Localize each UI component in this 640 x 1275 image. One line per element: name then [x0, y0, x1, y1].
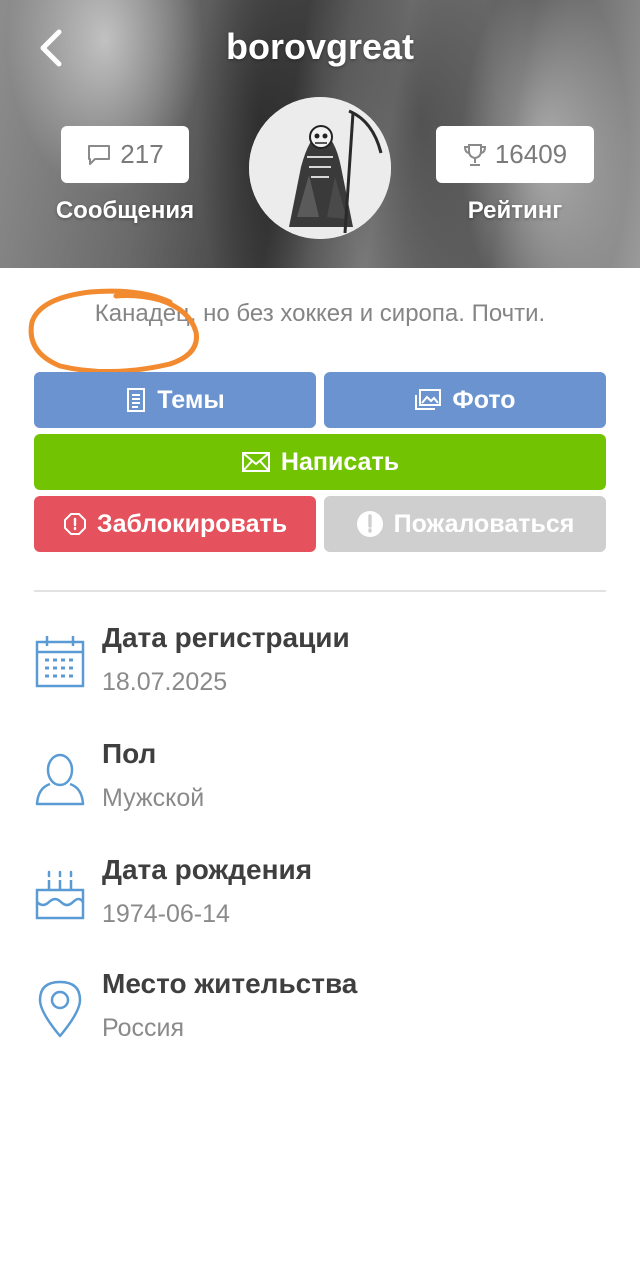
document-icon: [127, 388, 146, 412]
info-residence: Место жительства Россия: [34, 968, 606, 1058]
write-message-label: Написать: [280, 447, 400, 476]
info-value: Россия: [102, 1014, 184, 1042]
messages-count-button[interactable]: 217: [61, 126, 189, 183]
divider: [34, 590, 606, 592]
report-button[interactable]: Пожаловаться: [324, 496, 606, 552]
user-icon: [35, 753, 85, 806]
envelope-icon: [241, 452, 270, 472]
messages-stat: 217 Сообщения: [45, 126, 205, 225]
avatar[interactable]: [249, 97, 391, 239]
info-registration-date: Дата регистрации 18.07.2025: [34, 622, 606, 712]
location-pin-icon: [38, 980, 82, 1038]
profile-header: borovgreat 217 Сообщения 16409 Рейтинг: [0, 0, 640, 268]
chat-bubble-icon: [88, 144, 111, 165]
profile-username: borovgreat: [225, 26, 415, 67]
rating-count-button[interactable]: 16409: [436, 126, 594, 183]
rating-stat: 16409 Рейтинг: [435, 126, 595, 225]
info-title: Пол: [102, 738, 157, 769]
block-label: Заблокировать: [96, 509, 288, 538]
info-value: Мужской: [102, 784, 205, 812]
topics-label: Темы: [157, 385, 225, 414]
info-title: Дата рождения: [102, 854, 313, 885]
photo-label: Фото: [452, 385, 516, 414]
messages-count: 217: [120, 139, 164, 169]
info-value: 18.07.2025: [102, 668, 228, 696]
info-gender: Пол Мужской: [34, 738, 606, 828]
avatar-image: [249, 97, 391, 239]
trophy-icon: [463, 143, 486, 166]
report-label: Пожаловаться: [393, 509, 575, 538]
photo-button[interactable]: Фото: [324, 372, 606, 428]
info-title: Место жительства: [102, 968, 358, 999]
alert-icon: [356, 511, 383, 537]
block-button[interactable]: Заблокировать: [34, 496, 316, 552]
rating-label: Рейтинг: [467, 197, 563, 224]
messages-label: Сообщения: [55, 197, 195, 224]
info-value: 1974-06-14: [102, 900, 230, 928]
info-title: Дата регистрации: [102, 622, 350, 653]
block-icon: [63, 513, 86, 535]
write-message-button[interactable]: Написать: [34, 434, 606, 490]
photos-icon: [415, 389, 442, 410]
info-birth-date: Дата рождения 1974-06-14: [34, 854, 606, 944]
calendar-icon: [35, 636, 85, 688]
topics-button[interactable]: Темы: [34, 372, 316, 428]
annotation-circle: [28, 288, 199, 375]
rating-count: 16409: [494, 139, 568, 169]
birthday-cake-icon: [35, 870, 85, 920]
